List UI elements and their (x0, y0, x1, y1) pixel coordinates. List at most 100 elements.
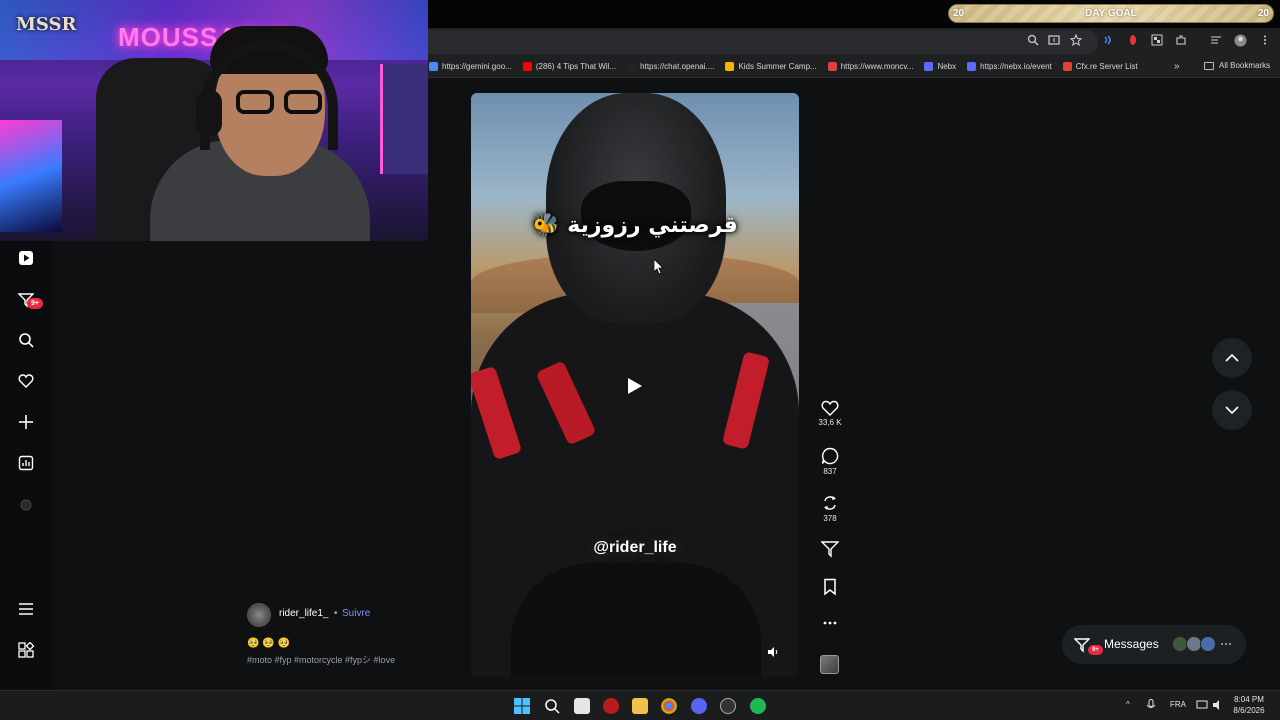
more-options-button[interactable] (812, 620, 848, 626)
bookmark-favicon-icon (522, 62, 532, 71)
sidebar-search-icon[interactable] (16, 330, 36, 350)
chrome-icon[interactable] (661, 698, 677, 714)
extension-grid-icon[interactable] (1150, 34, 1164, 48)
network-icon[interactable] (1196, 699, 1208, 711)
extension-red-icon[interactable] (1126, 34, 1140, 48)
bookmark-favicon-icon (924, 62, 934, 71)
like-button[interactable]: 33,6 K (812, 400, 848, 427)
channel-logo: MSSR (12, 8, 77, 66)
repost-icon (824, 496, 836, 510)
bookmark-favicon-icon (827, 62, 837, 71)
video-watermark-tag: @rider_life (593, 539, 677, 556)
mouse-cursor-icon (653, 258, 664, 275)
glasses (236, 90, 328, 116)
zoom-icon[interactable] (1026, 34, 1040, 48)
previous-video-button[interactable] (1212, 338, 1252, 378)
taskbar-app-icon[interactable] (720, 698, 736, 714)
bookmarks-list: https://gemini.goo... (286) 4 Tips That W… (428, 62, 1149, 71)
browser-toolbar (428, 28, 1280, 56)
task-view-icon[interactable] (574, 698, 590, 714)
bookmark-icon (824, 578, 836, 596)
like-count: 33,6 K (818, 418, 842, 427)
author-username[interactable]: rider_life1_ (279, 608, 328, 619)
windows-taskbar: ^ FRA 8:04 PM 8/6/2026 (0, 690, 1280, 720)
extensions-puzzle-icon[interactable] (1174, 34, 1188, 48)
bookmark-item[interactable]: https://nebx.io/event (967, 62, 1052, 71)
sound-thumbnail[interactable] (820, 655, 839, 674)
sidebar-home-icon[interactable] (16, 248, 36, 268)
share-icon (821, 541, 839, 558)
address-bar[interactable] (428, 30, 1098, 54)
share-button[interactable] (812, 540, 848, 558)
bookmark-favicon-icon (725, 62, 735, 71)
profile-avatar-icon[interactable] (1233, 34, 1247, 48)
comment-count: 837 (823, 467, 837, 476)
discord-icon[interactable] (691, 698, 707, 714)
install-app-icon[interactable] (1047, 34, 1061, 48)
post-hashtags[interactable]: #moto #fyp #motorcycle #fypシ #love (247, 653, 395, 666)
bookmark-label: Kids Summer Camp... (738, 62, 817, 71)
bookmark-favicon-icon (967, 62, 977, 71)
sidebar-apps-icon[interactable] (16, 640, 36, 660)
bookmark-label: Cfx.re Server List (1075, 62, 1138, 71)
sidebar-heart-icon[interactable] (16, 371, 36, 391)
sidebar-menu-icon[interactable] (16, 599, 36, 619)
keyboard-language[interactable]: FRA (1170, 700, 1186, 709)
taskbar-clock[interactable]: 8:04 PM 8/6/2026 (1228, 694, 1270, 716)
day-goal-right-count: 20 (1257, 8, 1269, 19)
sidebar-profile-icon[interactable] (16, 495, 36, 515)
bookmark-item[interactable]: Kids Summer Camp... (725, 62, 817, 71)
sidebar-analytics-icon[interactable] (16, 453, 36, 473)
bookmark-label: https://gemini.goo... (442, 62, 512, 71)
bookmark-item[interactable]: Nebx (924, 62, 956, 71)
screen: 20 DAY GOAL 20 https://gemini.goo... (28… (0, 0, 1280, 720)
chevron-up-icon (1225, 354, 1239, 362)
volume-icon[interactable] (767, 645, 781, 659)
bookmark-label: Nebx (937, 62, 957, 71)
day-goal-bar: 20 DAY GOAL 20 (948, 4, 1274, 23)
media-control-icon[interactable] (1209, 34, 1223, 48)
bookmark-item[interactable]: https://gemini.goo... (429, 62, 512, 71)
video-caption: قرصتني رزوزية 🐝 (532, 213, 738, 238)
all-bookmarks-label: All Bookmarks (1219, 61, 1271, 70)
webcam-monitor (0, 120, 62, 232)
browser-menu-icon[interactable] (1258, 34, 1272, 48)
bookmark-item[interactable]: https://chat.openai.... (627, 62, 714, 71)
video-player[interactable]: قرصتني رزوزية 🐝 @rider_life (471, 93, 799, 677)
bookmark-favicon-icon (1062, 62, 1072, 71)
all-bookmarks-button[interactable]: All Bookmarks (1204, 61, 1270, 70)
bookmark-item[interactable]: https://www.moncv... (827, 62, 913, 71)
more-dots-icon (823, 621, 837, 625)
tray-overflow-icon[interactable]: ^ (1126, 700, 1130, 709)
video-motorcycle (511, 563, 761, 677)
next-video-button[interactable] (1212, 390, 1252, 430)
follow-link[interactable]: Suivre (342, 608, 370, 619)
sidebar-add-icon[interactable] (16, 412, 36, 432)
webcam-window (380, 64, 428, 174)
windows-start-icon[interactable] (514, 698, 530, 714)
spotify-icon[interactable] (750, 698, 766, 714)
repost-button[interactable]: 378 (812, 494, 848, 523)
messages-button[interactable]: 9+ Messages (1062, 625, 1246, 664)
volume-icon[interactable] (1212, 699, 1224, 711)
bookmark-favicon-icon (627, 62, 637, 71)
headphones-cup (196, 90, 222, 136)
file-explorer-icon[interactable] (632, 698, 648, 714)
comment-button[interactable]: 837 (812, 447, 848, 476)
microphone-icon[interactable] (1146, 699, 1156, 711)
bookmark-item[interactable]: (286) 4 Tips That Wil... (522, 62, 616, 71)
taskbar-app-icon[interactable] (603, 698, 619, 714)
play-icon[interactable] (620, 371, 650, 401)
save-button[interactable] (812, 578, 848, 596)
bookmarks-bar: https://gemini.goo... (286) 4 Tips That W… (428, 56, 1280, 78)
taskbar-search-icon[interactable] (544, 698, 560, 714)
bookmark-label: https://chat.openai.... (640, 62, 715, 71)
folder-icon (1204, 61, 1214, 70)
bookmark-star-icon[interactable] (1069, 33, 1083, 48)
bookmarks-overflow-icon[interactable]: » (1174, 61, 1180, 72)
extension-audio-icon[interactable] (1101, 34, 1115, 48)
author-avatar[interactable] (247, 603, 271, 627)
bookmark-item[interactable]: Cfx.re Server List (1062, 62, 1138, 71)
day-goal-title: DAY GOAL (1085, 8, 1137, 19)
messages-label: Messages (1104, 637, 1159, 651)
